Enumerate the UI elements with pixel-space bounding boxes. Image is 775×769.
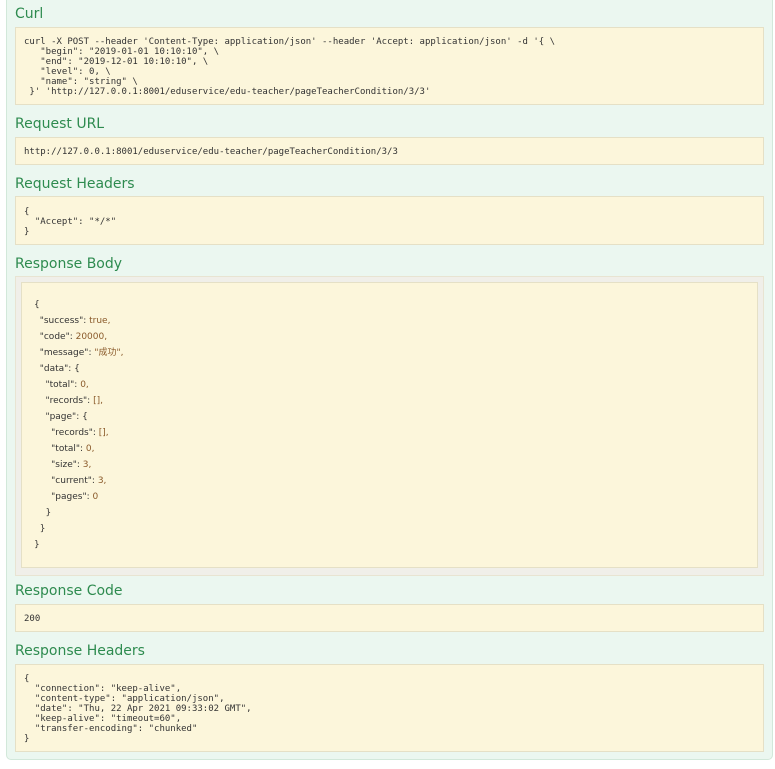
response-headers-text: { "connection": "keep-alive", "content-t…: [24, 674, 252, 744]
request-url-box[interactable]: http://127.0.0.1:8001/eduservice/edu-tea…: [15, 137, 764, 165]
json-line: "total": 0,: [34, 444, 95, 454]
response-body-box[interactable]: { "success": true, "code": 20000, "messa…: [21, 282, 758, 568]
json-line: "records": [],: [34, 396, 103, 406]
request-headers-box[interactable]: { "Accept": "*/*" }: [15, 196, 764, 245]
json-line: }: [34, 540, 40, 550]
json-line: {: [34, 300, 40, 310]
request-url-text: http://127.0.0.1:8001/eduservice/edu-tea…: [24, 147, 398, 157]
response-body-container: { "success": true, "code": 20000, "messa…: [15, 276, 764, 576]
response-code-text: 200: [24, 614, 41, 624]
response-code-heading: Response Code: [15, 583, 123, 599]
request-url-heading: Request URL: [15, 116, 105, 132]
json-line: "records": [],: [34, 428, 109, 438]
json-line: }: [34, 524, 46, 534]
json-line: }: [34, 508, 52, 518]
curl-heading: Curl: [15, 6, 44, 22]
request-headers-text: { "Accept": "*/*" }: [24, 207, 117, 237]
json-line: "page": {: [34, 412, 88, 422]
curl-command-text: curl -X POST --header 'Content-Type: app…: [24, 37, 556, 97]
json-line: "data": {: [34, 364, 80, 374]
curl-command-box[interactable]: curl -X POST --header 'Content-Type: app…: [15, 27, 764, 105]
request-headers-heading: Request Headers: [15, 176, 135, 192]
response-body-heading: Response Body: [15, 256, 123, 272]
json-line: "pages": 0: [34, 492, 99, 502]
json-line: "size": 3,: [34, 460, 92, 470]
json-line: "total": 0,: [34, 380, 89, 390]
json-line: "current": 3,: [34, 476, 107, 486]
response-body-json: { "success": true, "code": 20000, "messa…: [34, 297, 123, 553]
json-line: "success": true,: [34, 316, 111, 326]
response-code-box[interactable]: 200: [15, 604, 764, 632]
json-line: "message": "成功",: [34, 348, 124, 358]
response-headers-heading: Response Headers: [15, 643, 145, 659]
json-line: "code": 20000,: [34, 332, 108, 342]
response-headers-box[interactable]: { "connection": "keep-alive", "content-t…: [15, 664, 764, 752]
